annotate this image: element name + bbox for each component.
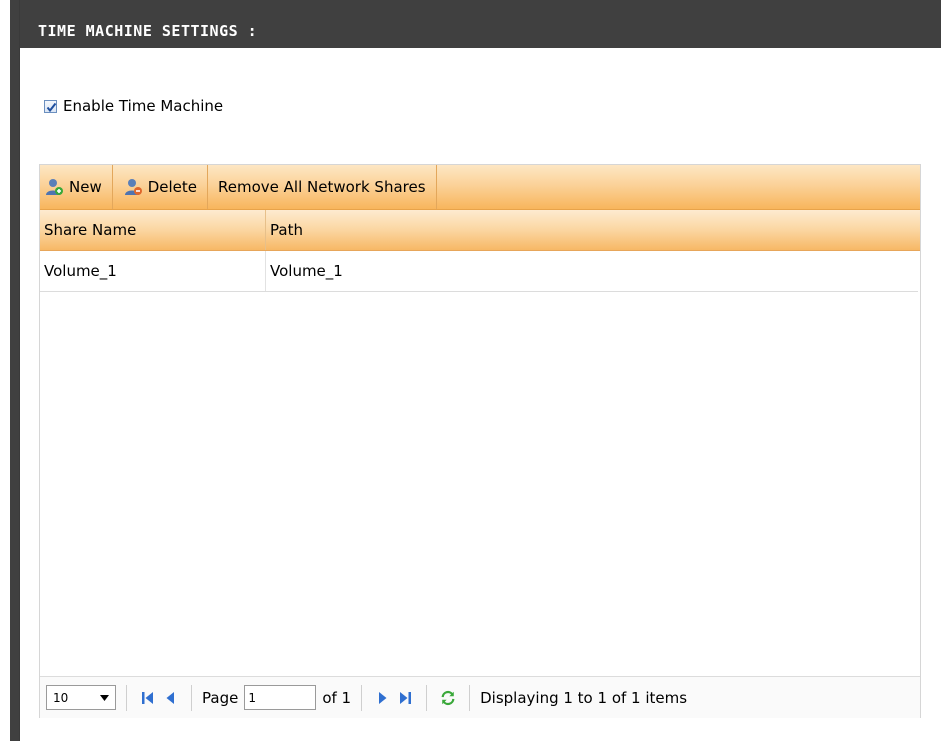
last-page-button[interactable]: [397, 688, 413, 708]
page-number-input[interactable]: [244, 685, 317, 710]
remove-user-icon: [124, 179, 142, 195]
delete-button-label: Delete: [147, 178, 198, 196]
page-size-value: 10: [53, 690, 69, 705]
chevron-down-icon: [100, 694, 109, 701]
enable-time-machine-row: Enable Time Machine: [44, 96, 223, 116]
enable-time-machine-label[interactable]: Enable Time Machine: [63, 97, 223, 115]
previous-page-icon: [166, 691, 174, 704]
first-page-button[interactable]: [140, 688, 156, 708]
cell-path: Volume_1: [270, 262, 343, 280]
page-size-select[interactable]: 10: [46, 685, 116, 710]
add-user-icon: [46, 179, 63, 195]
last-page-icon: [400, 691, 412, 704]
column-header-row: Share Name Path: [40, 210, 920, 251]
network-shares-grid: New Delete Remove All Network Shares Sha…: [39, 164, 921, 718]
section-title: TIME MACHINE SETTINGS :: [38, 22, 258, 40]
column-header-share-name[interactable]: Share Name: [40, 210, 266, 250]
pager-separator: [426, 684, 428, 711]
remove-all-label: Remove All Network Shares: [218, 178, 426, 196]
refresh-button[interactable]: [440, 688, 456, 708]
checkmark-icon: [46, 102, 57, 112]
page-count-label: of 1: [322, 688, 352, 707]
grid-toolbar: New Delete Remove All Network Shares: [40, 165, 920, 210]
next-page-button[interactable]: [375, 688, 391, 708]
section-header: TIME MACHINE SETTINGS :: [20, 0, 941, 48]
cell-share-name: Volume_1: [40, 251, 266, 291]
page-label: Page: [202, 688, 239, 707]
refresh-icon: [441, 690, 455, 705]
table-row[interactable]: Volume_1 Volume_1: [40, 251, 918, 292]
pager-status: Displaying 1 to 1 of 1 items: [480, 688, 688, 707]
pagination-bar: 10 Page of 1: [40, 676, 920, 718]
new-button[interactable]: New: [40, 165, 113, 209]
pager-separator: [191, 684, 192, 711]
enable-time-machine-checkbox[interactable]: [44, 99, 57, 113]
pager-separator: [469, 684, 471, 711]
settings-panel: TIME MACHINE SETTINGS : Enable Time Mach…: [19, 0, 941, 741]
pager-separator: [361, 684, 363, 711]
column-header-path[interactable]: Path: [266, 210, 918, 250]
first-page-icon: [142, 691, 153, 704]
previous-page-button[interactable]: [162, 688, 178, 708]
pager-separator: [126, 684, 127, 711]
next-page-icon: [379, 691, 387, 704]
new-button-label: New: [69, 178, 102, 196]
remove-all-network-shares-button[interactable]: Remove All Network Shares: [208, 165, 437, 209]
delete-button[interactable]: Delete: [113, 165, 209, 209]
